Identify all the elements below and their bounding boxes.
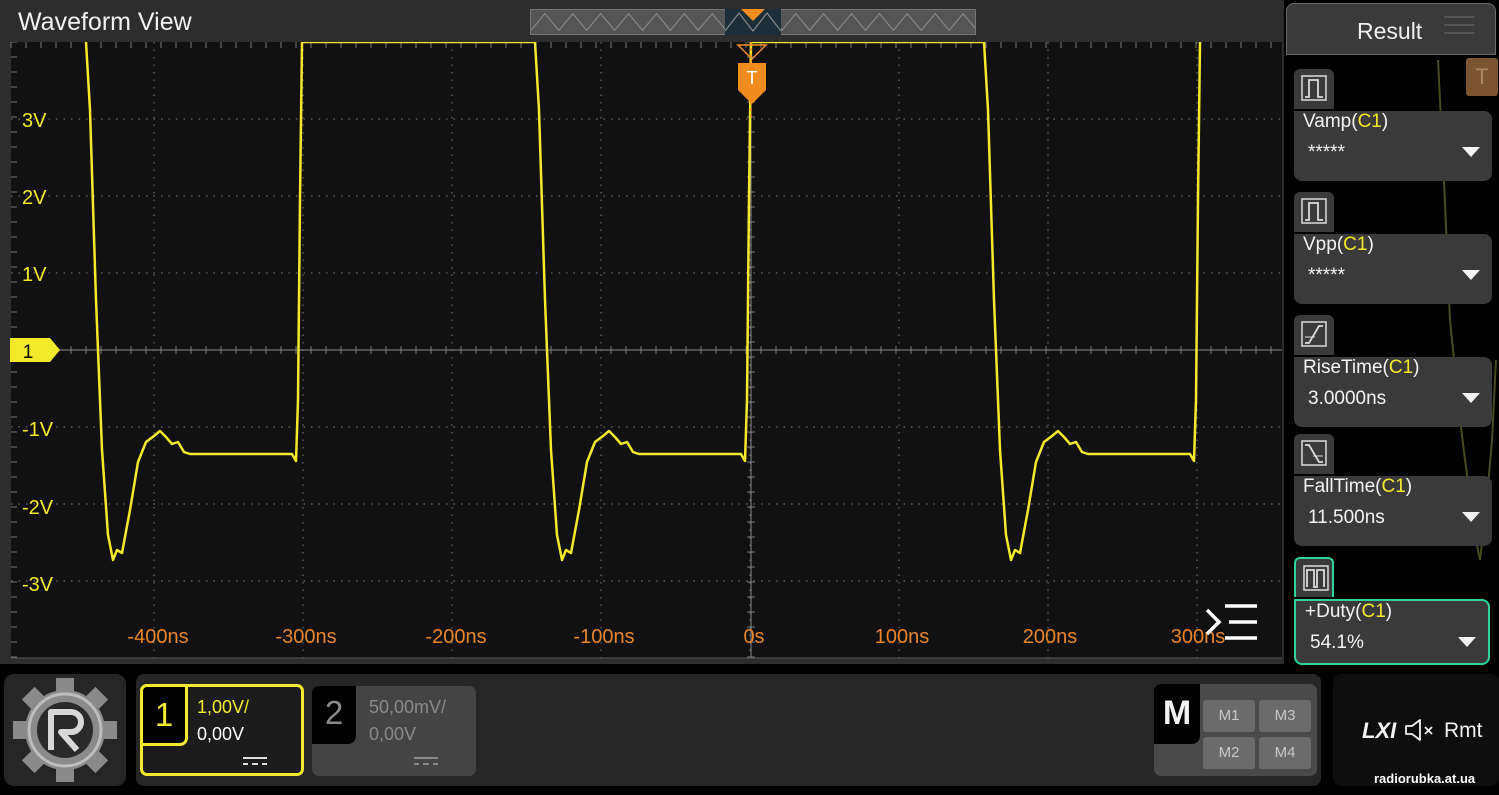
math-m1-button[interactable]: M1 [1203,700,1255,732]
gear-logo-icon [13,678,117,782]
measurement-icon-tab[interactable] [1294,557,1334,597]
app-logo-button[interactable] [4,674,126,786]
measurement-card[interactable]: FallTime(C1) 11.500ns [1294,476,1492,546]
pulse-amplitude-icon [1301,198,1327,224]
y-axis-label: -2V [22,497,54,519]
waveform-view-title: Waveform View [18,8,192,36]
dropdown-arrow-icon[interactable] [1462,512,1480,522]
dropdown-arrow-icon[interactable] [1462,393,1480,403]
measurement-icon-tab[interactable] [1294,69,1334,109]
measurement-type: FallTime [1303,476,1376,497]
measurement-icon-tab[interactable] [1294,315,1334,355]
menu-expand-icon[interactable] [1203,602,1259,642]
measurement-name: +Duty(C1) [1305,601,1393,622]
math-m2-button[interactable]: M2 [1203,737,1255,769]
measurement-card[interactable]: Vpp(C1) ***** [1294,234,1492,304]
y-axis-label: 2V [22,187,47,209]
overview-viewport-window[interactable] [725,9,781,35]
measurement-name: Vpp(C1) [1303,234,1374,255]
channel-1-number[interactable]: 1 [140,684,188,746]
trigger-label: T [747,68,758,88]
measurement-name: FallTime(C1) [1303,476,1413,497]
measurement-type: Vpp [1303,234,1337,255]
measurement-channel: C1 [1357,111,1382,132]
y-axis-label: -1V [22,419,54,441]
measurement-name: Vamp(C1) [1303,111,1389,132]
result-trigger-marker: T [1466,58,1498,96]
x-axis-label: 0s [743,626,764,648]
y-axis-label: 3V [22,110,47,132]
rise-edge-icon [1301,321,1327,347]
measurement-channel: C1 [1343,234,1368,255]
fall-edge-icon [1301,440,1327,466]
x-axis-label: -300ns [275,626,336,648]
x-axis-label: 100ns [875,626,930,648]
dc-coupling-icon [414,757,438,765]
measurement-value: ***** [1308,265,1345,286]
math-label[interactable]: M [1154,684,1200,744]
measurement-icon-tab[interactable] [1294,434,1334,474]
x-axis-label: -400ns [127,626,188,648]
measurement-channel: C1 [1361,601,1386,622]
measurement-card[interactable]: +Duty(C1) 54.1% [1294,599,1490,665]
dropdown-arrow-icon[interactable] [1462,147,1480,157]
channel-2-scale: 50,00mV/ [369,697,447,717]
x-axis-label: 200ns [1023,626,1078,648]
measurement-channel: C1 [1381,476,1406,497]
y-axis-label: -3V [22,574,54,596]
measurement-icon-tab[interactable] [1294,192,1334,232]
dc-coupling-icon [243,757,267,765]
channel-2-number[interactable]: 2 [312,686,356,744]
measurement-type: +Duty [1305,601,1356,622]
measurement-card[interactable]: RiseTime(C1) 3.0000ns [1294,357,1492,427]
math-m4-button[interactable]: M4 [1259,737,1311,769]
math-m3-button[interactable]: M3 [1259,700,1311,732]
pulse-amplitude-icon [1301,75,1327,101]
measurement-type: RiseTime [1303,357,1383,378]
measurement-value: 3.0000ns [1308,388,1387,409]
measurement-channel: C1 [1388,357,1414,378]
lxi-status[interactable]: LXI [1362,718,1396,744]
duty-cycle-icon [1303,565,1329,591]
measurement-type: Vamp [1303,111,1352,132]
measurement-card[interactable]: Vamp(C1) ***** [1294,111,1492,181]
dropdown-arrow-icon[interactable] [1458,637,1476,647]
overview-trigger-icon [741,9,765,21]
measurement-value: 54.1% [1310,632,1364,653]
dropdown-arrow-icon[interactable] [1462,270,1480,280]
measurement-value: 11.500ns [1308,507,1385,528]
measurement-name: RiseTime(C1) [1303,357,1420,378]
result-hamburger-icon[interactable] [1444,14,1474,36]
result-title: Result [1357,18,1423,44]
channel-1-marker-label: 1 [23,342,34,363]
channel-1-scale: 1,00V/ [197,697,250,717]
waveform-grid: 3V 2V 1V -1V -2V -3V -400ns -300ns -200ns -100ns… [10,40,1282,659]
remote-status: Rmt [1444,719,1483,742]
channel-2-offset: 0,00V [369,724,417,744]
speaker-muted-icon[interactable] [1403,718,1435,742]
x-axis-label: -200ns [425,626,486,648]
measurement-value: ***** [1308,142,1345,163]
y-axis-label: 1V [22,264,47,286]
channel-1-offset: 0,00V [197,724,245,744]
x-axis-label: -100ns [573,626,634,648]
watermark-text: radiorubka.at.ua [1374,771,1476,786]
